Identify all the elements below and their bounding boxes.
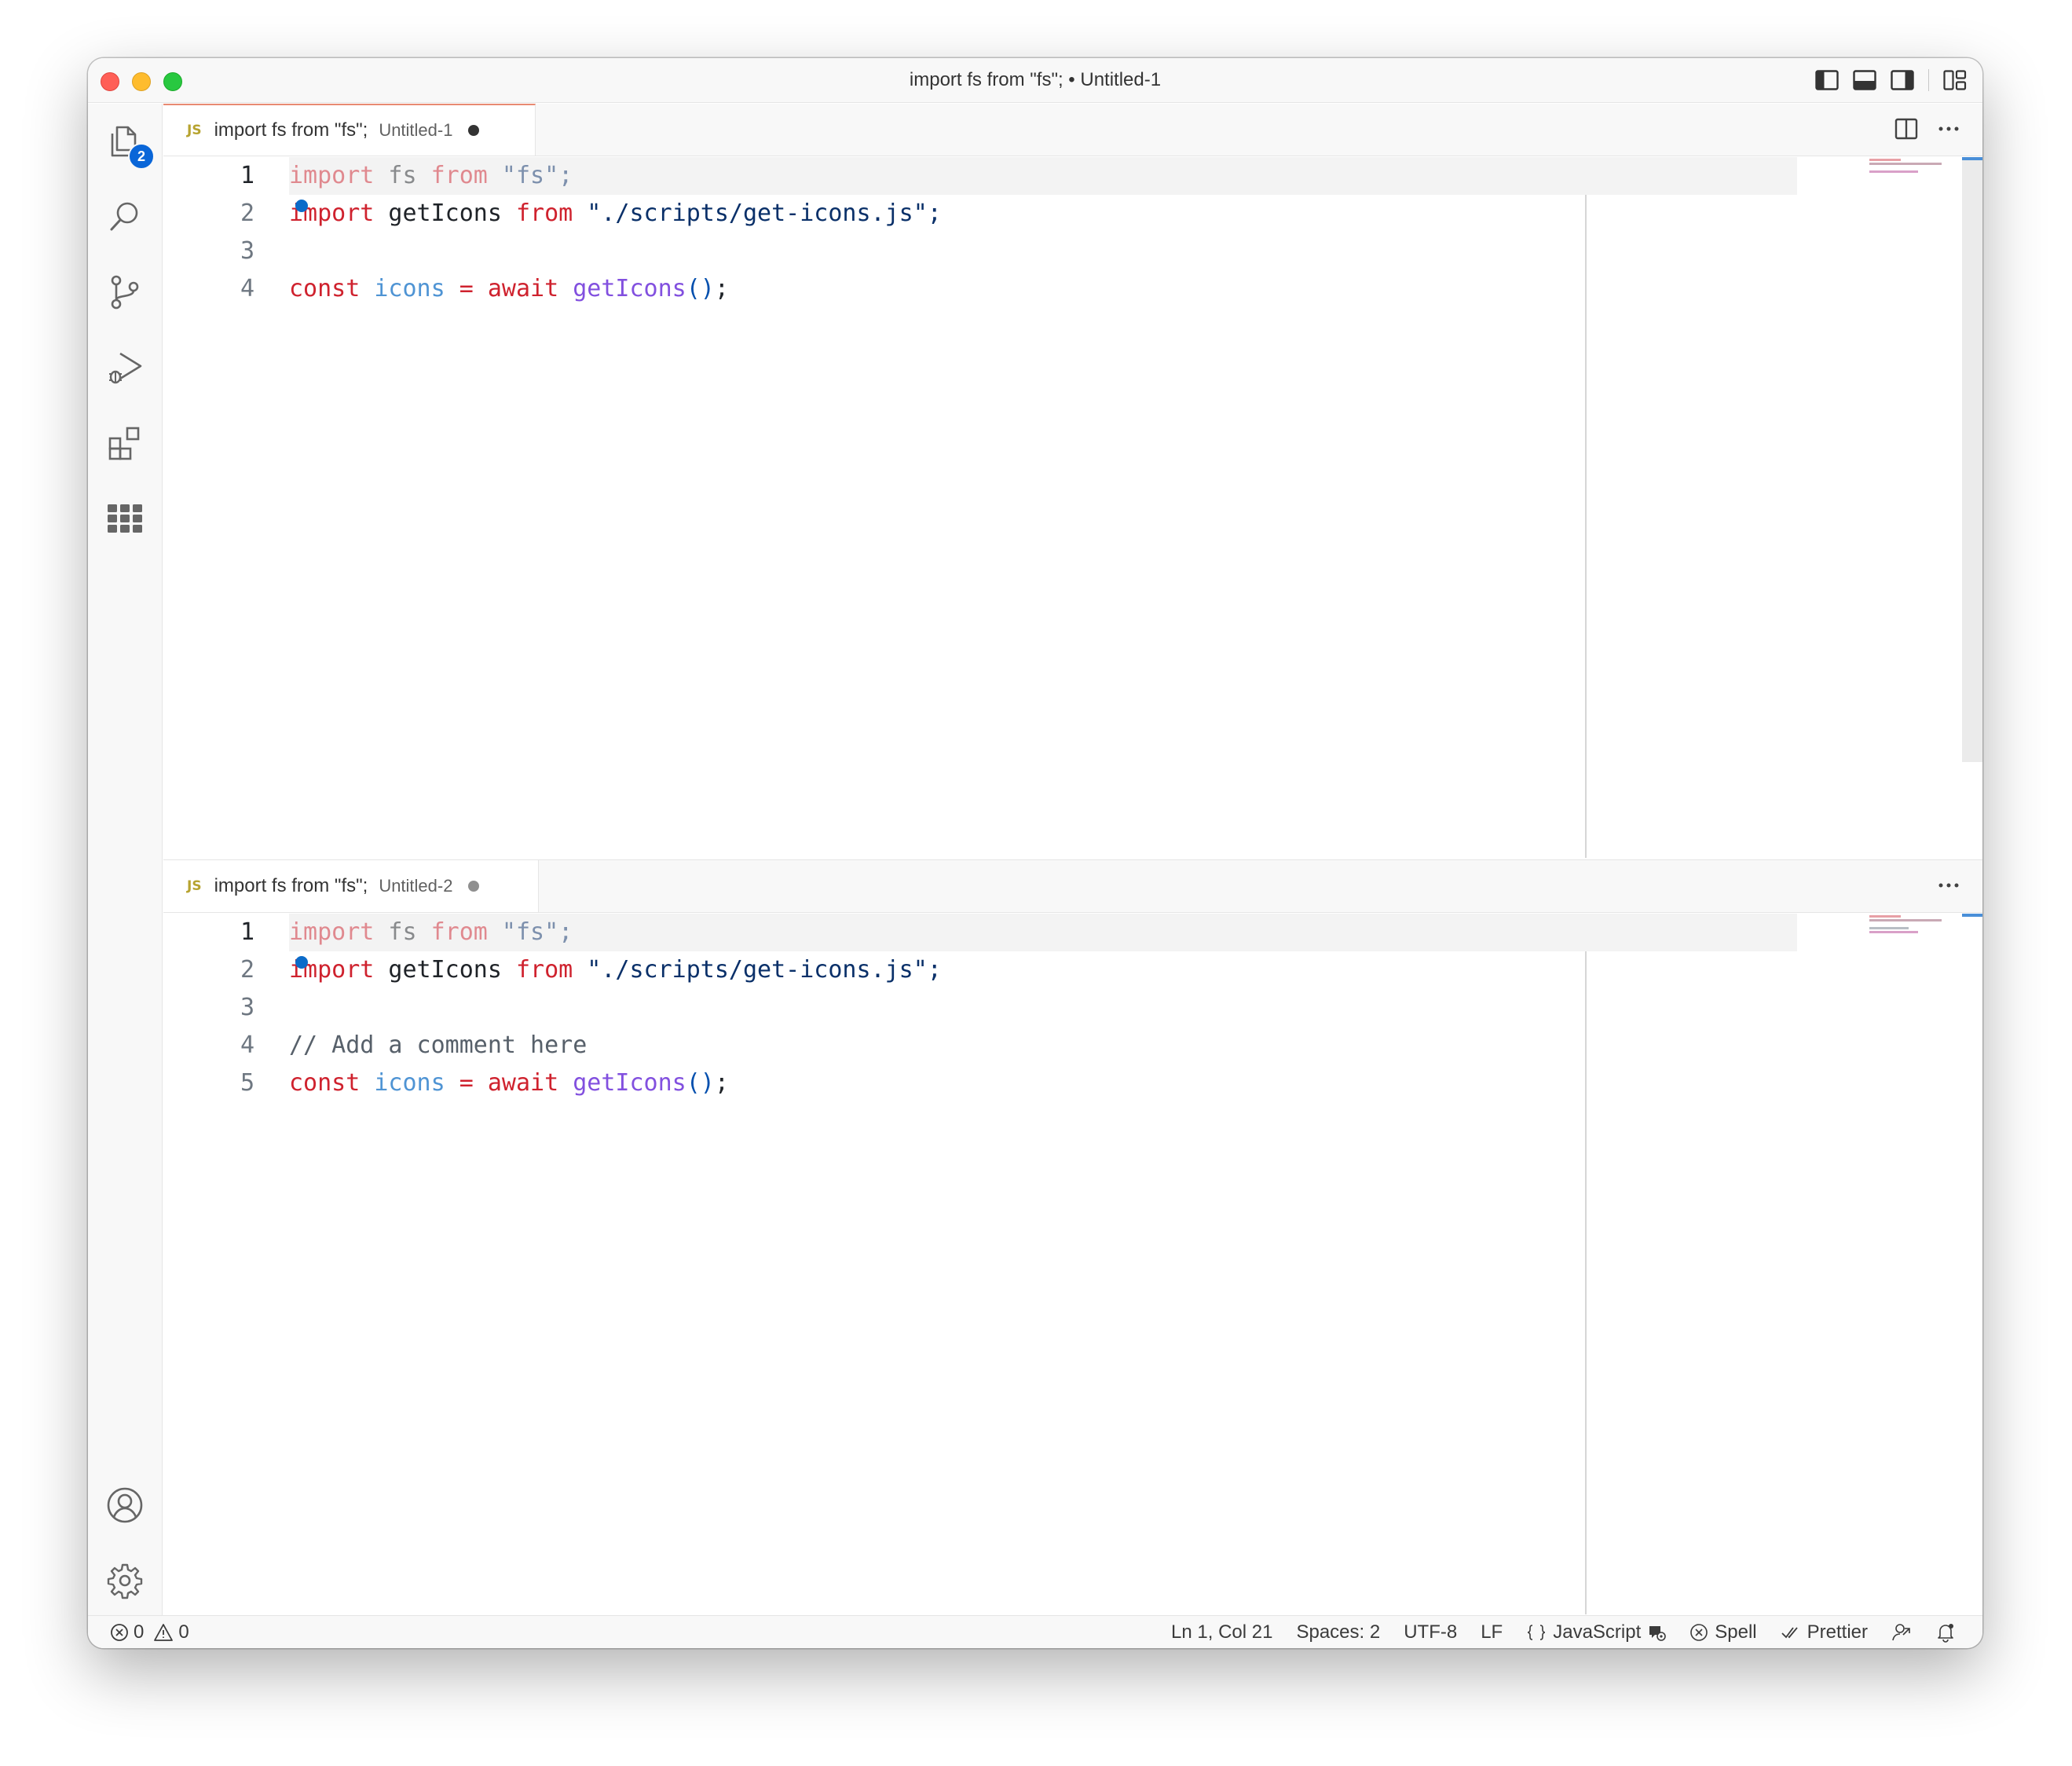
- scrollbar-slider[interactable]: [1962, 157, 1982, 762]
- code-line: 5 const icons = await getIcons();: [163, 1064, 1656, 1102]
- line-content[interactable]: const icons = await getIcons();: [289, 270, 729, 308]
- extensions-icon[interactable]: [106, 424, 144, 462]
- warning-icon: [154, 1624, 174, 1641]
- scrollbar-cursor-marker: [1962, 157, 1982, 160]
- live-share-icon[interactable]: [1891, 1622, 1912, 1643]
- javascript-file-icon: JS: [187, 123, 202, 138]
- code-line: 4 const icons = await getIcons();: [163, 270, 1656, 308]
- cursor-position[interactable]: Ln 1, Col 21: [1171, 1621, 1272, 1643]
- prettier-label: Prettier: [1807, 1621, 1868, 1643]
- activity-bar: 2: [88, 104, 163, 1615]
- editor-group-2: JS import fs from "fs"; Untitled-2 1 imp…: [163, 859, 1982, 1616]
- tab-bar: JS import fs from "fs"; Untitled-2: [163, 860, 1982, 913]
- scrollbar-cursor-marker: [1962, 914, 1982, 917]
- line-number: 2: [240, 200, 254, 227]
- indentation[interactable]: Spaces: 2: [1296, 1621, 1380, 1643]
- language-mode[interactable]: JavaScript: [1526, 1621, 1667, 1643]
- line-number: 4: [240, 275, 254, 302]
- line-content[interactable]: import fs from "fs";: [289, 914, 573, 951]
- tab-bar: JS import fs from "fs"; Untitled-1: [163, 104, 1982, 156]
- vscode-window: import fs from "fs"; • Untitled-1 2 JS i…: [88, 58, 1982, 1648]
- line-content[interactable]: // Add a comment here: [289, 1027, 587, 1064]
- split-editor-icon[interactable]: [1894, 118, 1918, 144]
- unsaved-dot-icon[interactable]: [468, 881, 480, 892]
- code-editor[interactable]: 1 import fs from "fs"; 2 import getIcons…: [163, 157, 1982, 858]
- window-title: import fs from "fs"; • Untitled-1: [909, 69, 1162, 90]
- layout-controls: [1814, 69, 1968, 91]
- toggle-panel-icon[interactable]: [1852, 70, 1876, 90]
- double-check-icon: [1781, 1627, 1798, 1639]
- more-actions-icon[interactable]: [1937, 118, 1960, 144]
- problems-status[interactable]: 0 0: [110, 1621, 189, 1643]
- code-editor[interactable]: 1 import fs from "fs"; 2 import getIcons…: [163, 914, 1982, 1614]
- editor-actions: [1937, 874, 1960, 900]
- spell-label: Spell: [1715, 1621, 1757, 1643]
- line-number: 1: [240, 918, 254, 946]
- tab-label: import fs from "fs";: [214, 875, 368, 896]
- line-content[interactable]: import getIcons from "./scripts/get-icon…: [289, 951, 942, 989]
- explorer-badge: 2: [128, 143, 155, 170]
- tab-untitled-1[interactable]: JS import fs from "fs"; Untitled-1: [163, 104, 536, 156]
- spell-status[interactable]: Spell: [1689, 1621, 1757, 1643]
- settings-gear-icon[interactable]: [106, 1562, 144, 1599]
- code-action-lightbulb-icon[interactable]: [294, 954, 309, 970]
- tab-untitled-2[interactable]: JS import fs from "fs"; Untitled-2: [163, 860, 539, 912]
- error-count: 0: [134, 1621, 145, 1643]
- tab-description: Untitled-2: [379, 876, 453, 896]
- editor-group-1: JS import fs from "fs"; Untitled-1 1 imp…: [163, 104, 1982, 858]
- line-content[interactable]: import fs from "fs";: [289, 157, 573, 195]
- code-line: 1 import fs from "fs";: [163, 914, 1656, 951]
- code-line: 4 // Add a comment here: [163, 1027, 1656, 1064]
- run-debug-icon[interactable]: [106, 349, 144, 387]
- more-actions-icon[interactable]: [1937, 874, 1960, 900]
- minimap[interactable]: [1869, 915, 1948, 935]
- code-action-lightbulb-icon[interactable]: [294, 198, 309, 214]
- language-status-icon: [1649, 1626, 1667, 1641]
- line-number: 3: [240, 994, 254, 1021]
- toggle-secondary-sidebar-icon[interactable]: [1890, 70, 1914, 90]
- unsaved-dot-icon[interactable]: [468, 125, 480, 136]
- minimap[interactable]: [1869, 159, 1948, 174]
- source-control-icon[interactable]: [106, 273, 144, 311]
- line-content[interactable]: const icons = await getIcons();: [289, 1064, 729, 1102]
- javascript-file-icon: JS: [187, 878, 202, 894]
- notifications-bell-icon[interactable]: [1935, 1622, 1956, 1643]
- code-line: 3: [163, 989, 1656, 1027]
- code-line: 1 import fs from "fs";: [163, 157, 1656, 195]
- end-of-line[interactable]: LF: [1481, 1621, 1503, 1643]
- title-bar: import fs from "fs"; • Untitled-1: [88, 58, 1982, 103]
- line-number: 1: [240, 162, 254, 189]
- editor-actions: [1894, 118, 1960, 144]
- status-bar: 0 0 Ln 1, Col 21 Spaces: 2 UTF-8 LF Java…: [88, 1615, 1982, 1648]
- line-number: 5: [240, 1069, 254, 1097]
- search-icon[interactable]: [106, 198, 144, 236]
- status-bar-right: Ln 1, Col 21 Spaces: 2 UTF-8 LF JavaScri…: [1148, 1621, 1956, 1643]
- code-line: 3: [163, 233, 1656, 270]
- toggle-primary-sidebar-icon[interactable]: [1814, 70, 1839, 90]
- braces-icon: [1528, 1625, 1546, 1640]
- customize-layout-icon[interactable]: [1943, 70, 1967, 90]
- apps-grid-icon[interactable]: [106, 500, 144, 537]
- prettier-status[interactable]: Prettier: [1781, 1621, 1868, 1643]
- code-line: 2 import getIcons from "./scripts/get-ic…: [163, 951, 1656, 989]
- accounts-icon[interactable]: [106, 1486, 144, 1524]
- spell-error-icon: [1690, 1624, 1708, 1641]
- explorer-icon[interactable]: 2: [106, 123, 155, 170]
- error-icon: [111, 1624, 128, 1641]
- layout-separator: [1927, 69, 1929, 91]
- line-content[interactable]: import getIcons from "./scripts/get-icon…: [289, 195, 942, 233]
- line-number: 3: [240, 237, 254, 265]
- tab-description: Untitled-1: [379, 120, 453, 140]
- encoding[interactable]: UTF-8: [1404, 1621, 1457, 1643]
- tab-label: import fs from "fs";: [214, 119, 368, 141]
- code-line: 2 import getIcons from "./scripts/get-ic…: [163, 195, 1656, 233]
- line-number: 4: [240, 1031, 254, 1059]
- warning-count: 0: [178, 1621, 189, 1643]
- language-label: JavaScript: [1553, 1621, 1642, 1643]
- line-number: 2: [240, 956, 254, 984]
